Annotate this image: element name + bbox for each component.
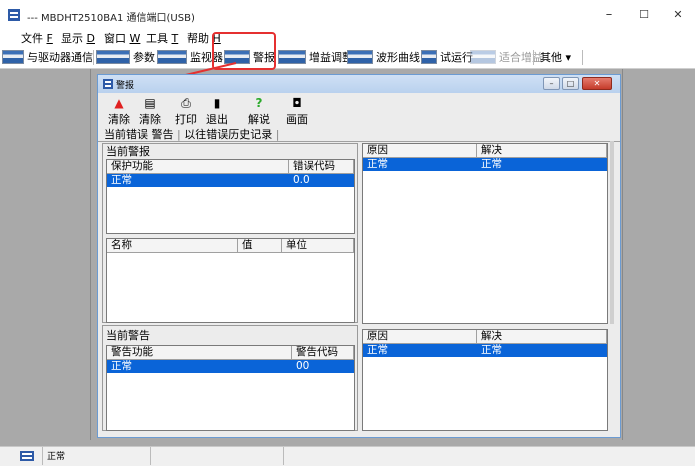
status-divider (42, 447, 43, 465)
dialog-title-bar: 警报 – □ ✕ (98, 75, 620, 93)
toolbar-separator (93, 50, 94, 65)
clear-history-label: 清除 (139, 113, 161, 126)
fit-gain-label: 适合增益 (499, 51, 543, 64)
alarm-solution-header: 解决 (477, 144, 607, 158)
menu-view[interactable]: 显示 D (61, 30, 95, 46)
dialog-minimize-button[interactable]: – (543, 77, 560, 90)
tab-divider (98, 141, 620, 142)
print-label: 打印 (175, 113, 197, 126)
parameter-table: 名称 值 单位 (106, 238, 355, 323)
warning-triangle-icon: ▲ (114, 96, 124, 110)
alarm-cause-header: 原因 (363, 144, 477, 158)
waveform-button[interactable]: 波形曲线 (347, 48, 420, 66)
minimize-button[interactable]: – (598, 6, 620, 24)
param-header-value: 值 (238, 239, 282, 253)
warning-header-code: 警告代码 (292, 346, 354, 360)
menu-file[interactable]: 文件 F (21, 30, 53, 46)
alarm-table: 保护功能 错误代码 正常 0.0 (106, 159, 355, 234)
param-header-unit: 单位 (282, 239, 354, 253)
waveform-icon (347, 50, 373, 64)
warning-cause-value: 正常 (367, 344, 388, 356)
title-bar: --- MBDHT2510BA1 通信端口(USB) – ☐ ✕ (0, 0, 695, 29)
warning-solution-value: 正常 (481, 344, 502, 356)
exit-button[interactable]: ▮ 退出 (202, 96, 232, 127)
status-divider (283, 447, 284, 465)
other-button[interactable]: 其他 ▾ (540, 48, 571, 66)
gain-button[interactable]: 增益调整 (278, 48, 353, 66)
comm-icon (2, 50, 24, 64)
menu-tools[interactable]: 工具 T (146, 30, 178, 46)
dialog-icon (103, 79, 113, 89)
comm-button[interactable]: 与驱动器通信 (2, 48, 93, 66)
clear-button[interactable]: ▲ 清除 (104, 96, 134, 127)
exit-label: 退出 (206, 113, 228, 126)
warning-solution-header: 解决 (477, 330, 607, 344)
alarm-header-code: 错误代码 (289, 160, 354, 174)
printer-icon: ⎙ (181, 96, 191, 110)
screen-label: 画面 (286, 113, 308, 126)
window-title: --- MBDHT2510BA1 通信端口(USB) (27, 13, 195, 24)
exit-door-icon: ▮ (213, 96, 221, 110)
current-alarm-label: 当前警报 (106, 145, 150, 158)
gain-icon (278, 50, 306, 64)
alarm-cause-value: 正常 (367, 158, 388, 170)
warning-cause-table: 原因 解决 正常 正常 (362, 329, 608, 431)
alarm-solution-value: 正常 (481, 158, 502, 170)
warning-row[interactable]: 正常 00 (107, 360, 354, 373)
print-button[interactable]: ⎙ 打印 (171, 96, 201, 127)
right-pane (622, 69, 688, 440)
document-icon: ▤ (144, 96, 156, 110)
status-text: 正常 (47, 452, 66, 462)
trial-run-icon (421, 50, 437, 64)
toolbar: 与驱动器通信 参数 监视器 警报 增益调整 波形曲线 试运行 适合增益 其他 ▾ (0, 46, 695, 69)
tab-strip: 当前错误 警告 | 以往错误历史记录 | (104, 128, 280, 141)
warning-cause-row[interactable]: 正常 正常 (363, 344, 607, 357)
menu-bar: 文件 F 显示 D 窗口 W 工具 T 帮助 H (0, 29, 695, 46)
alarm-dialog: 警报 – □ ✕ ▲ 清除 ▤ 清除 ⎙ 打印 ▮ 退出 ? 解说 ◘ 画面 当… (97, 74, 621, 438)
warning-cause-header: 原因 (363, 330, 477, 344)
warning-row-code: 00 (296, 360, 310, 372)
fit-gain-icon (470, 50, 496, 64)
dialog-close-button[interactable]: ✕ (582, 77, 612, 90)
comm-label: 与驱动器通信 (27, 51, 93, 64)
dialog-title: 警报 (116, 81, 135, 91)
trial-run-button[interactable]: 试运行 (421, 48, 473, 66)
dialog-restore-button[interactable]: □ (562, 77, 579, 90)
other-label: 其他 ▾ (540, 51, 572, 64)
camera-icon: ◘ (292, 96, 302, 110)
status-divider (150, 447, 151, 465)
status-connection-icon (20, 451, 34, 461)
alarm-row-code: 0.0 (293, 174, 310, 186)
alarm-cause-row[interactable]: 正常 正常 (363, 158, 607, 171)
alarm-cause-table: 原因 解决 正常 正常 (362, 143, 608, 324)
warning-table: 警告功能 警告代码 正常 00 (106, 345, 355, 431)
warning-row-function: 正常 (111, 360, 132, 372)
tab-error-history[interactable]: 以往错误历史记录 (184, 128, 272, 141)
params-icon (96, 50, 130, 64)
explain-label: 解说 (248, 113, 270, 126)
maximize-button[interactable]: ☐ (633, 6, 655, 24)
status-bar: 正常 (0, 446, 695, 466)
warning-header-function: 警告功能 (107, 346, 292, 360)
current-warning-label: 当前警告 (106, 329, 150, 342)
alarm-row-function: 正常 (111, 174, 132, 186)
clear-history-button[interactable]: ▤ 清除 (135, 96, 165, 127)
app-icon (8, 9, 20, 21)
clear-label: 清除 (108, 113, 130, 126)
alarm-row[interactable]: 正常 0.0 (107, 174, 354, 187)
toolbar-separator (582, 50, 583, 65)
left-pane (10, 69, 91, 440)
param-header-name: 名称 (107, 239, 238, 253)
trial-run-label: 试运行 (440, 51, 473, 64)
toolbar-separator (533, 50, 534, 65)
alarm-header-function: 保护功能 (107, 160, 289, 174)
explain-button[interactable]: ? 解说 (244, 96, 274, 127)
close-button[interactable]: ✕ (667, 6, 689, 24)
menu-window[interactable]: 窗口 W (104, 30, 140, 46)
help-question-icon: ? (255, 96, 263, 110)
screen-button[interactable]: ◘ 画面 (282, 96, 312, 127)
tab-current-errors[interactable]: 当前错误 警告 (104, 128, 174, 141)
vertical-scrollbar[interactable] (610, 141, 614, 324)
waveform-label: 波形曲线 (376, 51, 420, 64)
